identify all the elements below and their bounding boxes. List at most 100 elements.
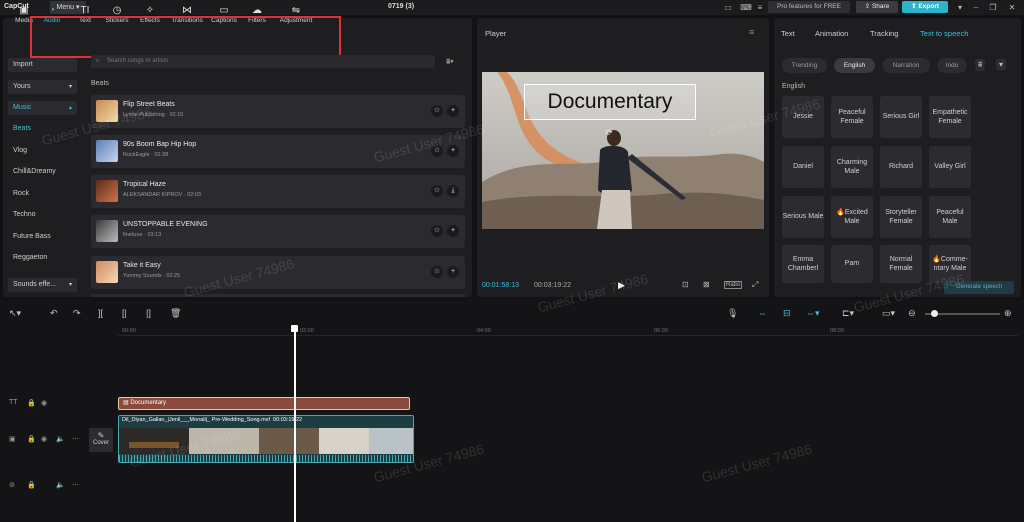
close-icon[interactable]: ✕ — [1006, 2, 1018, 13]
voice-option[interactable]: Serious Girl — [880, 96, 922, 138]
filter-icon[interactable]: ⩩ — [975, 59, 986, 71]
tab-tracking[interactable]: Tracking — [870, 29, 898, 38]
snap-icon[interactable]: ⇔▾ — [806, 308, 820, 319]
sidebar-rock[interactable]: Rock — [8, 187, 77, 201]
sidebar-import[interactable]: Import — [8, 58, 77, 72]
pro-features-button[interactable]: Pro features for FREE — [768, 1, 850, 13]
window-dropdown-icon[interactable]: ▾ — [954, 2, 966, 13]
voice-option[interactable]: Emma Chamberl — [782, 245, 824, 283]
tab-text[interactable]: Text — [781, 29, 795, 38]
sidebar-sounds-effects[interactable]: Sounds effe... ▾ — [8, 278, 77, 292]
settings-icon[interactable]: ≡ — [754, 2, 766, 13]
split-right-icon[interactable]: |] — [146, 308, 151, 318]
chip-trending[interactable]: Trending — [782, 58, 827, 73]
maximize-icon[interactable]: ❐ — [987, 2, 999, 13]
sidebar-techno[interactable]: Techno — [8, 208, 77, 222]
highlight-box — [30, 16, 341, 58]
sidebar-music[interactable]: Music ▴ — [8, 101, 77, 115]
voice-option[interactable]: Richard — [880, 146, 922, 188]
voice-option[interactable]: Charming Male — [831, 146, 873, 188]
time-ruler[interactable] — [118, 327, 1018, 336]
voice-option[interactable]: Daniel — [782, 146, 824, 188]
favorite-icon[interactable]: ☆ — [431, 225, 443, 237]
fullscreen-icon[interactable]: ⤢ — [752, 280, 758, 290]
microphone-icon[interactable]: 🎙 — [727, 308, 738, 319]
chevron-down-icon[interactable]: ▾ — [996, 59, 1007, 70]
voice-option[interactable]: Normal Female — [880, 245, 922, 283]
lock-icon[interactable]: 🔒 — [27, 399, 36, 407]
favorite-icon[interactable]: ☆ — [431, 185, 443, 197]
link-icon[interactable]: ⇔ — [758, 308, 767, 318]
zoom-in-icon[interactable]: ⊕ — [1004, 308, 1012, 319]
magnet-icon[interactable]: ⊟ — [783, 308, 791, 319]
voice-option[interactable]: Serious Male — [782, 196, 824, 238]
split-icon[interactable]: ][ — [98, 308, 103, 318]
voice-option[interactable]: Valley Girl — [929, 146, 971, 188]
add-icon[interactable]: + — [447, 225, 459, 237]
download-icon[interactable]: ⤓ — [447, 185, 459, 197]
chip-narration[interactable]: Narration — [882, 58, 930, 73]
voice-option[interactable]: 🔥Excited Male — [831, 196, 873, 238]
ratio-button[interactable]: Ratio — [724, 281, 743, 289]
split-left-icon[interactable]: [| — [122, 308, 127, 318]
add-icon[interactable]: + — [447, 266, 459, 278]
redo-icon[interactable]: ↷ — [73, 308, 81, 319]
export-button[interactable]: ⇧ Export — [902, 1, 948, 13]
fullscreen-quality-icon[interactable]: ⊡ — [682, 280, 689, 289]
more-icon[interactable]: ⋯ — [72, 435, 79, 443]
search-input[interactable]: ⌕ Search songs or artists — [91, 55, 435, 68]
rotate-handle-icon[interactable]: ⟳ — [606, 128, 613, 137]
share-button[interactable]: ⇪ Share — [856, 1, 898, 13]
chevron-down-icon: ▾ — [68, 84, 72, 90]
more-icon[interactable]: ⋯ — [72, 481, 79, 489]
playhead[interactable] — [291, 325, 298, 522]
track-item[interactable]: Tropical Haze ALEKSANDAR KIPROV · 02:03 … — [91, 175, 465, 208]
undo-icon[interactable]: ↶ — [50, 308, 58, 319]
audio-mute-icon[interactable]: 🔈 — [56, 481, 65, 489]
track-thumbnail — [96, 220, 118, 242]
zoom-slider-handle[interactable] — [931, 310, 938, 317]
sidebar-future-bass[interactable]: Future Bass — [8, 230, 77, 244]
visibility-icon[interactable]: ◉ — [41, 435, 47, 443]
voice-option[interactable]: Storyteller Female — [880, 196, 922, 238]
voice-option[interactable]: Peaceful Male — [929, 196, 971, 238]
video-track-icon: ▣ — [9, 436, 16, 443]
audio-mute-icon[interactable]: 🔈 — [56, 435, 65, 443]
add-icon[interactable]: + — [447, 105, 459, 117]
text-clip[interactable]: ▤ Documentary — [118, 397, 410, 410]
thumbnail-icon[interactable]: ▭▾ — [882, 308, 895, 319]
chip-english[interactable]: English — [834, 58, 875, 73]
tab-animation[interactable]: Animation — [815, 29, 848, 38]
tab-text-to-speech[interactable]: Text to speech — [920, 29, 968, 38]
favorite-icon[interactable]: ☆ — [431, 266, 443, 278]
player-menu-icon[interactable]: ≡ — [749, 27, 754, 37]
filter-icon[interactable]: ⩩▾ — [446, 57, 454, 67]
lock-icon[interactable]: 🔒 — [27, 481, 36, 489]
layout-icon[interactable]: ▭ — [722, 2, 734, 13]
sidebar-yours[interactable]: Yours ▾ — [8, 80, 77, 94]
track-item[interactable]: UNSTOPPABLE EVENING finetune · 03:13 ☆ + — [91, 215, 465, 248]
delete-icon[interactable]: 🗑 — [170, 308, 181, 319]
chip-indo[interactable]: Indo — [937, 58, 967, 73]
visibility-icon[interactable]: ◉ — [41, 399, 47, 407]
video-clip-duration: 00:03:19:22 — [273, 417, 303, 423]
sidebar-reggaeton[interactable]: Reggaeton — [8, 251, 77, 265]
cover-button[interactable]: ✎ Cover — [89, 428, 113, 452]
add-icon[interactable]: + — [447, 145, 459, 157]
voice-option[interactable]: Empathetic Female — [929, 96, 971, 138]
text-overlay[interactable]: Documentary — [524, 84, 696, 120]
crop-icon[interactable]: ⊠ — [703, 280, 710, 289]
text-track-icon: TT — [9, 399, 18, 406]
lock-icon[interactable]: 🔒 — [27, 435, 36, 443]
select-tool-icon[interactable]: ↖▾ — [9, 308, 21, 319]
preview-axis-icon[interactable]: ⊏▾ — [842, 308, 854, 319]
sidebar-chill[interactable]: Chill&Dreamy — [8, 165, 77, 179]
shortcut-icon[interactable]: ⌨ — [740, 2, 752, 13]
section-title: Beats — [91, 80, 109, 87]
voice-option[interactable]: Pam — [831, 245, 873, 283]
track-item-partial — [91, 294, 465, 297]
minimize-icon[interactable]: – — [970, 2, 982, 13]
favorite-icon[interactable]: ☆ — [431, 105, 443, 117]
zoom-out-icon[interactable]: ⊖ — [908, 308, 916, 319]
voice-option[interactable]: Peaceful Female — [831, 96, 873, 138]
